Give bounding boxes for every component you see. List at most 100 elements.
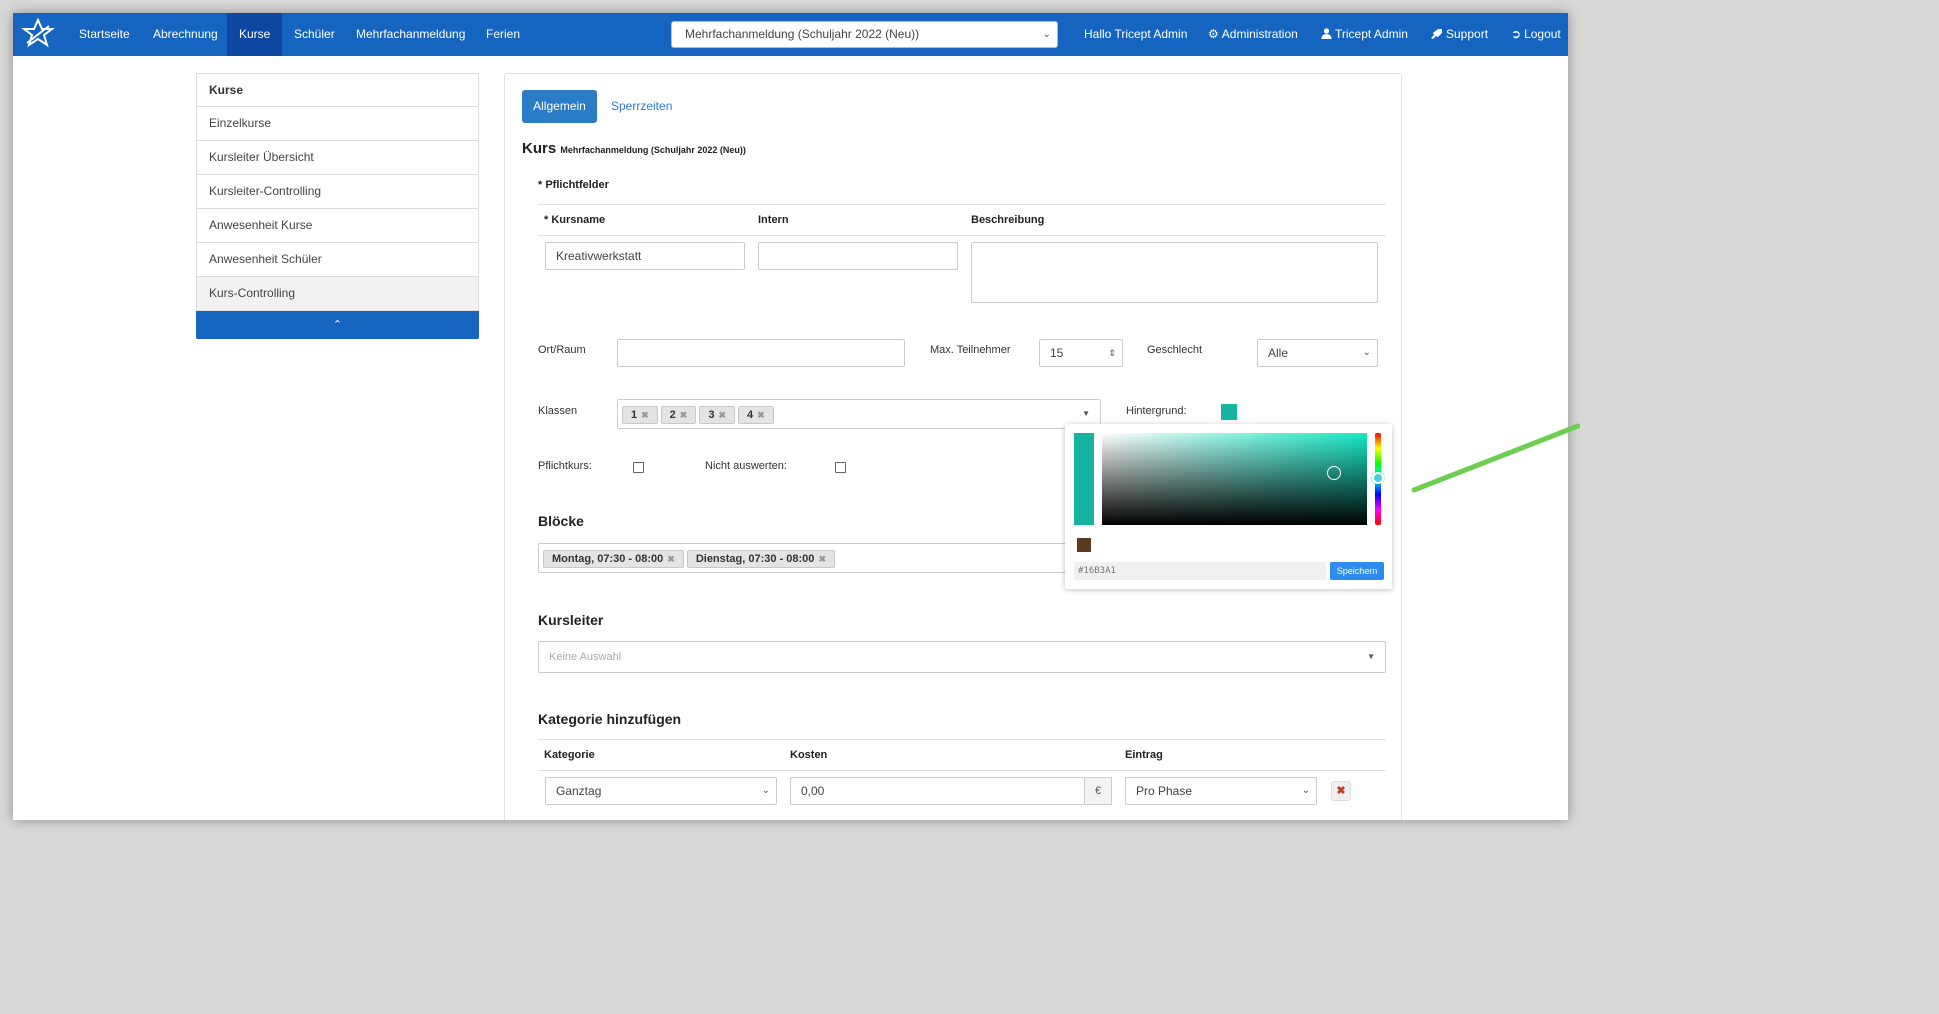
nav-logout[interactable]: ➲ Logout (1511, 13, 1561, 56)
annotation-arrow-icon (1411, 423, 1580, 493)
sidebar-item-kursleiter-uebersicht[interactable]: Kursleiter Übersicht (196, 141, 479, 175)
col-kategorie: Kategorie (544, 749, 595, 761)
hue-handle[interactable] (1372, 472, 1384, 484)
page-title-text: Kurs (522, 140, 557, 157)
kategorie-title: Kategorie hinzufügen (538, 711, 682, 727)
nav-logout-label: Logout (1524, 27, 1561, 41)
nav-kurse[interactable]: Kurse (227, 13, 283, 56)
nav-administration-label: Administration (1221, 27, 1298, 41)
kategorie-select[interactable]: Ganztag ⌄ (545, 777, 777, 805)
rocket-icon (1431, 29, 1442, 39)
kursleiter-title: Kursleiter (538, 612, 604, 628)
nav-administration[interactable]: ⚙ Administration (1208, 13, 1298, 56)
sidebar-item-anwesenheit-schueler[interactable]: Anwesenheit Schüler (196, 243, 479, 277)
eintrag-value: Pro Phase (1136, 784, 1193, 798)
geschlecht-label: Geschlecht (1147, 344, 1203, 356)
nav-ferien[interactable]: Ferien (486, 13, 520, 56)
top-navbar: Startseite Abrechnung Kurse Schüler Mehr… (13, 13, 1568, 56)
nav-startseite[interactable]: Startseite (79, 13, 130, 56)
remove-icon[interactable]: ✖ (641, 410, 649, 420)
klassen-tag-label: 4 (747, 409, 754, 421)
user-icon (1321, 28, 1332, 39)
remove-icon[interactable]: ✖ (757, 410, 765, 420)
col-kursname: * Kursname (544, 214, 606, 226)
current-color-preview (1074, 433, 1094, 525)
tab-sperrzeiten[interactable]: Sperrzeiten (611, 90, 672, 123)
chevron-down-icon: ⌄ (1301, 785, 1310, 796)
nav-mehrfachanmeldung[interactable]: Mehrfachanmeldung (356, 13, 465, 56)
geschlecht-value: Alle (1268, 346, 1289, 360)
divider (538, 204, 1386, 205)
ort-label: Ort/Raum (538, 344, 586, 356)
divider (538, 739, 1386, 740)
required-note: * Pflichtfelder (538, 179, 609, 191)
nav-support-label: Support (1446, 27, 1489, 41)
klassen-multiselect[interactable]: 1 ✖ 2 ✖ 3 ✖ 4 ✖ ▼ (617, 399, 1101, 429)
remove-category-button[interactable]: ✖ (1331, 781, 1351, 801)
klassen-tag[interactable]: 1 ✖ (622, 406, 658, 424)
saturation-area[interactable] (1102, 433, 1367, 525)
nicht-auswerten-checkbox[interactable] (835, 462, 846, 473)
kursname-input[interactable]: Kreativwerkstatt (545, 242, 745, 270)
pflichtkurs-checkbox[interactable] (633, 462, 644, 473)
divider (538, 235, 1386, 236)
col-beschreibung: Beschreibung (971, 214, 1045, 226)
color-picker-popup: #16B3A1 Speichern (1065, 424, 1392, 589)
chevron-down-icon: ⌄ (1362, 347, 1371, 358)
nav-schueler[interactable]: Schüler (294, 13, 335, 56)
kategorie-value: Ganztag (556, 784, 602, 798)
nicht-auswerten-label: Nicht auswerten: (705, 460, 787, 472)
remove-icon[interactable]: ✖ (680, 410, 688, 420)
divider (538, 770, 1386, 771)
logout-icon: ➲ (1511, 27, 1522, 41)
sidebar: Kurse Einzelkurse Kursleiter Übersicht K… (196, 73, 479, 339)
previous-color-swatch[interactable] (1077, 538, 1091, 552)
chevron-up-icon: ⌃ (332, 319, 343, 331)
logo-icon[interactable] (21, 18, 55, 50)
hintergrund-label: Hintergrund: (1126, 405, 1187, 417)
hex-input[interactable]: #16B3A1 (1074, 562, 1326, 580)
klassen-tag[interactable]: 2 ✖ (660, 406, 697, 424)
saturation-handle[interactable] (1327, 466, 1341, 480)
sidebar-item-kurs-controlling[interactable]: Kurs-Controlling (196, 277, 479, 311)
sidebar-item-anwesenheit-kurse[interactable]: Anwesenheit Kurse (196, 209, 479, 243)
nav-user[interactable]: Tricept Admin (1321, 13, 1408, 56)
sidebar-collapse-button[interactable]: ⌃ (196, 311, 479, 339)
kursleiter-placeholder: Keine Auswahl (549, 651, 622, 663)
klassen-tag[interactable]: 3 ✖ (699, 406, 736, 424)
kursleiter-select[interactable]: Keine Auswahl ▼ (538, 641, 1386, 673)
nav-user-label: Tricept Admin (1335, 27, 1408, 41)
remove-icon[interactable]: ✖ (818, 554, 826, 564)
klassen-tag-label: 3 (708, 409, 715, 421)
eintrag-select[interactable]: Pro Phase ⌄ (1125, 777, 1317, 805)
remove-icon[interactable]: ✖ (718, 410, 726, 420)
sidebar-item-einzelkurse[interactable]: Einzelkurse (196, 107, 479, 141)
hintergrund-color-swatch[interactable] (1221, 404, 1237, 420)
max-teilnehmer-stepper[interactable]: 15 ⇕ (1039, 339, 1123, 367)
kosten-input[interactable]: 0,00 (790, 777, 1085, 805)
currency-addon: € (1085, 777, 1112, 805)
klassen-tag[interactable]: 4 ✖ (738, 406, 774, 424)
beschreibung-textarea[interactable] (971, 242, 1378, 303)
remove-icon[interactable]: ✖ (667, 554, 675, 564)
nav-support[interactable]: Support (1430, 13, 1488, 56)
save-color-button[interactable]: Speichern (1330, 562, 1384, 580)
sidebar-item-kursleiter-controlling[interactable]: Kursleiter-Controlling (196, 175, 479, 209)
caret-down-icon: ▼ (1367, 652, 1375, 661)
chevron-down-icon: ⌄ (1042, 29, 1051, 40)
klassen-label: Klassen (538, 405, 578, 417)
klassen-tag-label: 2 (669, 409, 676, 421)
tab-allgemein[interactable]: Allgemein (522, 90, 597, 123)
bloecke-multiselect[interactable]: Montag, 07:30 - 08:00 ✖ Dienstag, 07:30 - … (538, 543, 1078, 573)
ort-input[interactable] (617, 339, 905, 367)
geschlecht-select[interactable]: Alle ⌄ (1257, 339, 1378, 367)
bloecke-tag[interactable]: Dienstag, 07:30 - 08:00 ✖ (686, 550, 835, 568)
registration-select[interactable]: Mehrfachanmeldung (Schuljahr 2022 (Neu))… (671, 21, 1058, 48)
stepper-arrows-icon[interactable]: ⇕ (1108, 340, 1116, 366)
bloecke-tag[interactable]: Montag, 07:30 - 08:00 ✖ (543, 550, 684, 568)
pflichtkurs-label: Pflichtkurs: (538, 460, 592, 472)
nav-abrechnung[interactable]: Abrechnung (153, 13, 218, 56)
sidebar-item-kurse[interactable]: Kurse (196, 73, 479, 107)
page-subtitle: Mehrfachanmeldung (Schuljahr 2022 (Neu)) (560, 145, 746, 155)
intern-input[interactable] (758, 242, 958, 270)
